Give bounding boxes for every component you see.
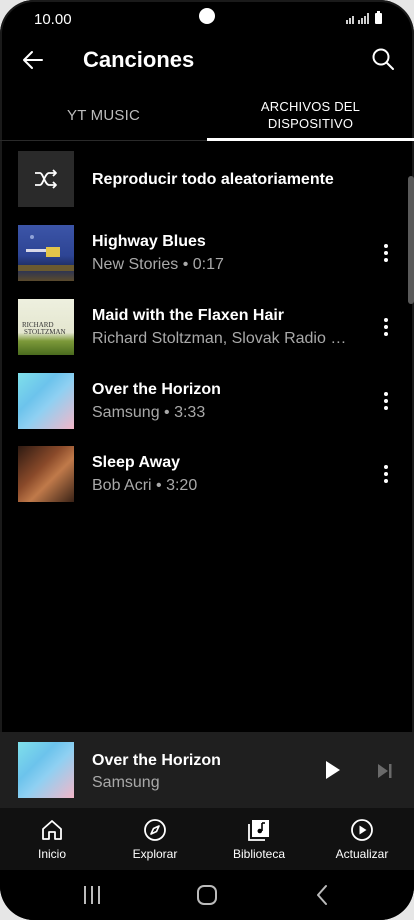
tab-device-files[interactable]: ARCHIVOS DEL DISPOSITIVO [207, 90, 414, 140]
album-art-image: RICHARD STOLTZMAN [22, 321, 66, 336]
active-tab-indicator [207, 138, 414, 141]
song-row[interactable]: RICHARD STOLTZMAN Maid with the Flaxen H… [18, 299, 396, 355]
album-art-text: STOLTZMAN [24, 328, 66, 336]
song-subtitle: Richard Stoltzman, Slovak Radio Sy… [92, 330, 354, 347]
mini-player-artist: Samsung [92, 774, 160, 791]
search-icon[interactable] [370, 46, 396, 72]
wifi-signal-icon [346, 12, 354, 24]
library-icon [248, 820, 269, 841]
song-row[interactable]: Highway Blues New Stories • 0:17 [18, 225, 396, 281]
tab-yt-music[interactable]: YT MUSIC [0, 90, 207, 140]
album-art [18, 373, 74, 429]
album-art: RICHARD STOLTZMAN [18, 299, 74, 355]
more-options-icon[interactable] [376, 313, 396, 341]
home-button-icon[interactable] [194, 882, 220, 908]
mini-player-title: Over the Horizon [92, 752, 221, 769]
front-camera [199, 8, 215, 24]
back-arrow-icon[interactable] [20, 47, 46, 73]
song-title: Highway Blues [92, 233, 206, 250]
cell-signal-icon [358, 12, 369, 24]
shuffle-label: Reproducir todo aleatoriamente [92, 171, 334, 188]
app-bar: Canciones [0, 38, 414, 84]
song-title: Over the Horizon [92, 381, 221, 398]
album-art-image [18, 235, 74, 271]
nav-label: Biblioteca [232, 847, 286, 861]
back-button-icon[interactable] [310, 882, 336, 908]
more-options-icon[interactable] [376, 387, 396, 415]
page-title: Canciones [83, 47, 195, 72]
more-options-icon[interactable] [376, 460, 396, 488]
status-bar: 10.00 [0, 0, 414, 38]
compass-icon [144, 819, 166, 841]
song-row[interactable]: Over the Horizon Samsung • 3:33 [18, 373, 396, 429]
song-title: Sleep Away [92, 454, 181, 471]
status-time: 10.00 [34, 11, 72, 28]
mini-player[interactable]: Over the Horizon Samsung [0, 732, 414, 808]
phone-screen: 10.00 Canciones YT MUSIC ARCHIVOS DEL DI… [0, 0, 414, 920]
album-art [18, 446, 74, 502]
bottom-navigation: Inicio Explorar Biblioteca Actualizar [0, 808, 414, 870]
song-subtitle: Bob Acri • 3:20 [92, 477, 198, 494]
song-title: Maid with the Flaxen Hair [92, 307, 285, 324]
nav-label: Actualizar [335, 847, 389, 861]
nav-label: Explorar [132, 847, 178, 861]
song-row[interactable]: Sleep Away Bob Acri • 3:20 [18, 446, 396, 502]
song-subtitle: New Stories • 0:17 [92, 256, 224, 273]
play-icon[interactable] [320, 758, 344, 782]
upgrade-icon [351, 819, 373, 841]
system-navigation-bar [0, 870, 414, 920]
home-icon [42, 820, 62, 840]
shuffle-icon [35, 169, 57, 189]
skip-next-icon[interactable] [374, 760, 396, 782]
nav-home[interactable]: Inicio [2, 808, 102, 870]
song-subtitle: Samsung • 3:33 [92, 404, 206, 421]
shuffle-all-button[interactable]: Reproducir todo aleatoriamente [18, 151, 396, 207]
nav-upgrade[interactable]: Actualizar [312, 808, 412, 870]
mini-player-art [18, 742, 74, 798]
recent-apps-icon[interactable] [79, 882, 105, 908]
battery-icon [375, 11, 382, 24]
shuffle-icon-box [18, 151, 74, 207]
system-icons [346, 11, 382, 24]
tab-bar: YT MUSIC ARCHIVOS DEL DISPOSITIVO [0, 90, 414, 141]
nav-library[interactable]: Biblioteca [209, 808, 309, 870]
album-art [18, 225, 74, 281]
nav-explore[interactable]: Explorar [105, 808, 205, 870]
more-options-icon[interactable] [376, 239, 396, 267]
scrollbar[interactable] [408, 176, 414, 304]
nav-label: Inicio [37, 847, 66, 861]
